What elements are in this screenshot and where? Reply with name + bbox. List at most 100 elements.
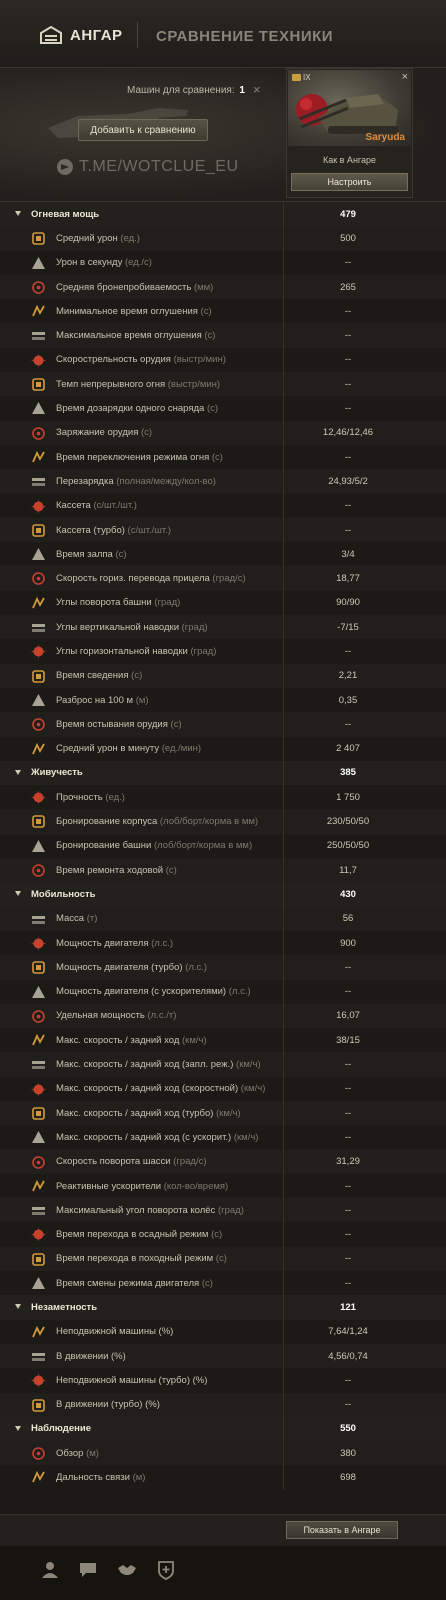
stat-value: -- [344, 1131, 352, 1143]
stat-label: Мощность двигателя (с ускорителями) (л.с… [56, 986, 251, 997]
stat-row: Разброс на 100 м (м) 0,35 [0, 687, 446, 713]
clip-turbo-icon [32, 524, 45, 537]
clear-all-icon[interactable]: × [253, 82, 261, 97]
stat-value: -7/15 [337, 621, 359, 633]
stat-label: Макс. скорость / задний ход (км/ч) [56, 1035, 207, 1046]
stat-value: -- [344, 1180, 352, 1192]
stat-unit: (лоб/борт/корма в мм) [153, 840, 253, 852]
stat-row: Урон в секунду (ед./с) -- [0, 250, 446, 275]
stat-name: Удельная мощность [56, 1010, 145, 1022]
stat-value: 24,93/5/2 [328, 475, 368, 487]
stat-name: Мощность двигателя (турбо) [56, 961, 183, 973]
stat-value: -- [344, 1204, 352, 1216]
stat-unit: (с) [131, 670, 143, 682]
add-to-compare-button[interactable]: Добавить к сравнению [78, 119, 208, 141]
stat-value: 698 [340, 1472, 356, 1484]
category-row[interactable]: Живучесть 385 [0, 760, 446, 786]
category-score: 121 [340, 1302, 356, 1313]
elevation-icon [32, 624, 45, 633]
chevron-down-icon[interactable] [15, 211, 21, 216]
stat-row: Кассета (с/шт./шт.) -- [0, 493, 446, 518]
handshake-icon[interactable] [117, 1560, 137, 1580]
stat-name: Время переключения режима огня [56, 451, 210, 463]
stat-label: Минимальное время оглушения (с) [56, 306, 212, 317]
stat-label: Урон в секунду (ед./с) [56, 257, 152, 268]
stat-label: Реактивные ускорители (кол-во/время) [56, 1181, 228, 1192]
stat-row: Средняя бронепробиваемость (мм) 265 [0, 274, 446, 300]
profile-icon[interactable] [40, 1560, 60, 1580]
stat-value: -- [344, 378, 352, 390]
stat-label: Углы поворота башни (град) [56, 597, 180, 608]
category-row[interactable]: Огневая мощь 479 [0, 202, 446, 227]
vehicle-preset[interactable]: Как в Ангаре [287, 155, 412, 165]
stat-unit: (с) [170, 718, 182, 730]
reload-icon [32, 478, 45, 487]
stat-unit: (ед./с) [124, 257, 152, 269]
category-row[interactable]: Незаметность 121 [0, 1295, 446, 1320]
stat-row: Макс. скорость / задний ход (запл. реж.)… [0, 1052, 446, 1077]
vehicle-name: Saryuda [365, 132, 405, 143]
topbar-divider [137, 22, 138, 48]
stat-label: Средний урон в минуту (ед./мин) [56, 743, 201, 754]
stat-name: Перезарядка [56, 475, 114, 487]
stat-label: Кассета (с/шт./шт.) [56, 500, 137, 511]
stat-unit: (с) [204, 330, 216, 342]
stat-name: Углы вертикальной наводки [56, 621, 179, 633]
stat-name: В движении (турбо) (%) [56, 1399, 160, 1411]
chat-icon[interactable] [78, 1560, 98, 1580]
watermark: T.ME/WOTCLUE_EU [57, 158, 239, 176]
remove-vehicle-icon[interactable]: × [402, 71, 408, 83]
stat-name: Максимальный угол поворота колёс [56, 1204, 216, 1216]
add-shield-icon[interactable] [156, 1560, 176, 1580]
stat-label: Время переключения режима огня (с) [56, 452, 223, 463]
stat-name: Кассета (турбо) [56, 524, 125, 536]
stat-unit: (м) [135, 694, 149, 706]
chevron-down-icon[interactable] [15, 769, 21, 775]
stat-value: 265 [340, 281, 356, 293]
stat-label: Скорострельность орудия (выстр/мин) [56, 354, 226, 365]
stat-name: Время смены режима двигателя [56, 1277, 200, 1289]
stat-label: Прочность (ед.) [56, 792, 125, 803]
stat-name: Скорость гориз. перевода прицела [56, 573, 210, 585]
stat-name: Средний урон [56, 232, 118, 244]
stat-value: -- [344, 354, 352, 366]
machines-count: 1 [239, 85, 245, 96]
stat-value: -- [344, 257, 352, 269]
chevron-down-icon[interactable] [15, 891, 21, 897]
stat-label: Время перехода в походный режим (с) [56, 1253, 227, 1264]
stat-row: Время перехода в осадный режим (с) -- [0, 1222, 446, 1247]
stat-label: Темп непрерывного огня (выстр/мин) [56, 379, 220, 390]
stat-name: Время залпа [56, 548, 113, 560]
stat-row: Масса (т) 56 [0, 906, 446, 931]
nation-flag-icon [292, 74, 301, 81]
stat-label: Бронирование корпуса (лоб/борт/корма в м… [56, 816, 258, 827]
stat-row: Скорость гориз. перевода прицела (град/с… [0, 566, 446, 591]
category-label: Живучесть [31, 767, 83, 779]
stat-label: Макс. скорость / задний ход (запл. реж.)… [56, 1059, 261, 1070]
stat-unit: (выстр/мин) [167, 378, 221, 390]
category-row[interactable]: Наблюдение 550 [0, 1416, 446, 1442]
stat-unit: (км/ч) [240, 1083, 266, 1095]
traverse-icon [32, 572, 45, 586]
stat-name: Неподвижной машины (%) [56, 1326, 174, 1338]
chevron-down-icon[interactable] [15, 1425, 21, 1431]
stat-label: Макс. скорость / задний ход (с ускорит.)… [56, 1132, 258, 1143]
chevron-down-icon[interactable] [15, 1304, 21, 1310]
salvo-icon [32, 548, 45, 561]
stat-value: -- [344, 305, 352, 317]
stat-name: Макс. скорость / задний ход (скоростной) [56, 1083, 239, 1095]
stat-label: Бронирование башни (лоб/борт/корма в мм) [56, 840, 252, 851]
category-row[interactable]: Мобильность 430 [0, 882, 446, 907]
hangar-back-button[interactable]: АНГАР [40, 26, 123, 44]
gun-loading-icon [32, 426, 45, 440]
stat-value: 4,56/0,74 [328, 1350, 368, 1362]
configure-button[interactable]: Настроить [291, 173, 408, 191]
category-score: 385 [340, 767, 356, 779]
stat-unit: (с) [206, 403, 219, 415]
stat-name: Бронирование корпуса [56, 816, 158, 828]
stat-unit: (с) [201, 1277, 213, 1289]
show-in-hangar-button[interactable]: Показать в Ангаре [286, 1521, 398, 1539]
stat-value: 7,64/1,24 [328, 1326, 368, 1338]
stat-row: Минимальное время оглушения (с) -- [0, 299, 446, 324]
stat-value: 2,21 [338, 670, 358, 682]
